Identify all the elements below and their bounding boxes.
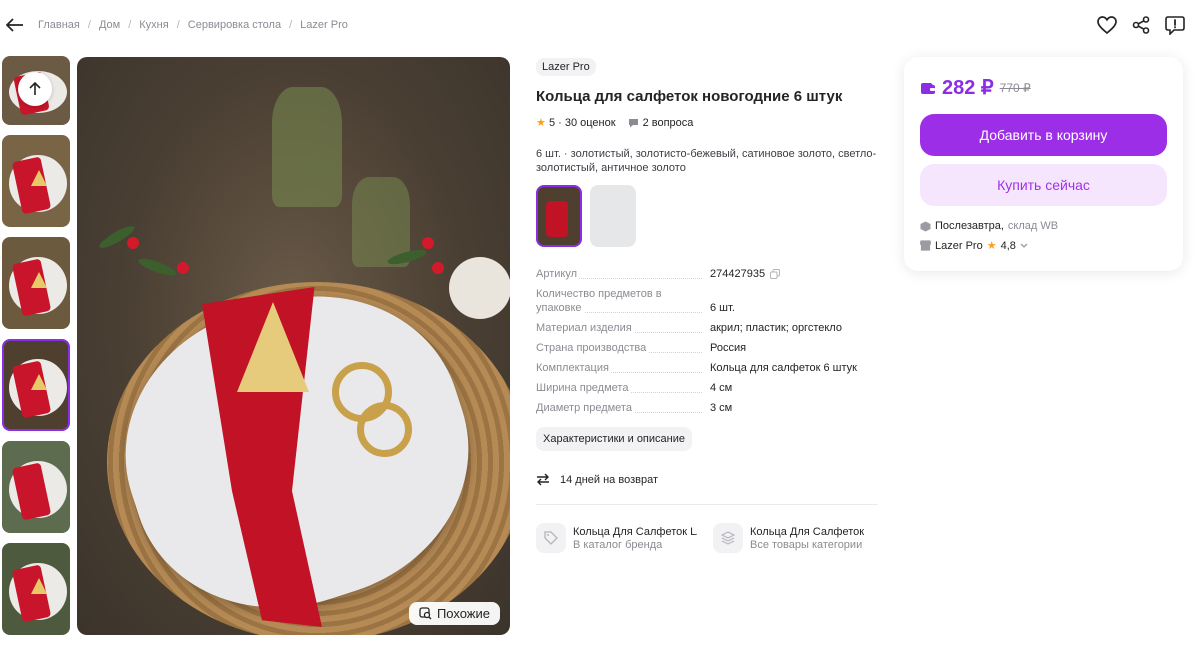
- breadcrumb-dom[interactable]: Дом: [99, 19, 120, 31]
- variant-2[interactable]: [590, 185, 636, 247]
- add-to-cart-button[interactable]: Добавить в корзину: [920, 114, 1167, 156]
- similar-icon: [419, 607, 432, 620]
- spec-value: Россия: [710, 342, 747, 354]
- shop-icon: [920, 240, 931, 251]
- spec-value: акрил; пластик; оргстекло: [710, 322, 842, 334]
- product-info: Lazer Pro Кольца для салфеток новогодние…: [536, 57, 881, 553]
- delivery-warehouse: склад WB: [1007, 220, 1059, 232]
- product-title: Кольца для салфеток новогодние 6 штук: [536, 88, 843, 105]
- returns-info: 14 дней на возврат: [536, 473, 881, 486]
- thumbnail-5[interactable]: [2, 441, 70, 533]
- spec-value: 6 шт.: [710, 302, 735, 314]
- report-icon[interactable]: [1164, 14, 1186, 36]
- buy-card: 282 ₽ 770 ₽ Добавить в корзину Купить се…: [904, 57, 1183, 271]
- box-icon: [920, 221, 931, 231]
- breadcrumb: Главная / Дом / Кухня / Сервировка стола / L…: [38, 19, 348, 31]
- spec-key: Артикул: [536, 268, 580, 280]
- thumbnail-6[interactable]: [2, 543, 70, 635]
- brand-catalog-title: Кольца Для Салфеток LA: [573, 525, 697, 538]
- spec-row: Количество предметов в упаковке 6 шт.: [536, 287, 881, 315]
- similar-label: Похожие: [436, 606, 490, 621]
- category-title: Кольца Для Салфеток: [750, 525, 865, 538]
- divider: [536, 504, 878, 505]
- seller-name: Lazer Pro: [935, 239, 983, 252]
- breadcrumb-brand[interactable]: Lazer Pro: [300, 19, 348, 31]
- rating-row: ★ 5 · 30 оценок 2 вопроса: [536, 116, 881, 130]
- spec-key: Материал изделия: [536, 322, 634, 334]
- heart-icon[interactable]: [1096, 14, 1118, 36]
- thumbnail-4[interactable]: [2, 339, 70, 431]
- thumbnail-2[interactable]: [2, 135, 70, 227]
- spec-key: Страна производства: [536, 342, 649, 354]
- chevron-down-icon: [1020, 243, 1028, 248]
- brand-chip[interactable]: Lazer Pro: [536, 58, 596, 76]
- delivery-info: Послезавтра, склад WB: [920, 220, 1167, 232]
- brand-catalog-link[interactable]: Кольца Для Салфеток LA В каталог бренда: [536, 523, 701, 553]
- breadcrumb-kitchen[interactable]: Кухня: [139, 19, 168, 31]
- tag-icon: [536, 523, 566, 553]
- description-button[interactable]: Характеристики и описание: [536, 427, 692, 451]
- share-icon[interactable]: [1130, 14, 1152, 36]
- rating-value: 5: [548, 117, 556, 129]
- current-price: 282 ₽: [942, 77, 994, 99]
- spec-key: Диаметр предмета: [536, 402, 634, 414]
- brand-catalog-sub: В каталог бренда: [573, 538, 663, 551]
- chat-icon: [628, 118, 638, 127]
- price-row: 282 ₽ 770 ₽: [920, 75, 1167, 100]
- spec-value: 274427935: [710, 268, 766, 280]
- category-sub: Все товары категории: [750, 538, 863, 551]
- back-arrow-icon[interactable]: [4, 14, 26, 36]
- spec-value: 4 см: [710, 382, 733, 394]
- color-options-text: 6 шт. · золотистый, золотисто-бежевый, с…: [536, 148, 877, 174]
- spec-key: Ширина предмета: [536, 382, 631, 394]
- spec-row: Страна производства Россия: [536, 341, 881, 355]
- layers-icon: [713, 523, 743, 553]
- questions-count: 2 вопроса: [642, 116, 694, 129]
- similar-button[interactable]: Похожие: [408, 602, 500, 625]
- category-link[interactable]: Кольца Для Салфеток Все товары категории: [713, 523, 878, 553]
- spec-key: Комплектация: [536, 362, 611, 374]
- seller-info[interactable]: Lazer Pro ★ 4,8: [920, 239, 1167, 252]
- spec-value: Кольца для салфеток 6 штук: [710, 362, 857, 374]
- spec-value: 3 см: [710, 402, 733, 414]
- returns-text: 14 дней на возврат: [560, 473, 658, 486]
- spec-key: Количество предметов в упаковке: [536, 288, 662, 314]
- spec-row: Ширина предмета 4 см: [536, 381, 881, 395]
- thumbnail-3[interactable]: [2, 237, 70, 329]
- spec-row: Диаметр предмета 3 см: [536, 401, 881, 415]
- star-icon: ★: [986, 240, 997, 252]
- reviews-count: 30 оценок: [564, 117, 616, 129]
- spec-row: Комплектация Кольца для салфеток 6 штук: [536, 361, 881, 375]
- main-product-image[interactable]: Похожие: [77, 57, 510, 635]
- buy-now-button[interactable]: Купить сейчас: [920, 164, 1167, 206]
- rating-link[interactable]: ★ 5 · 30 оценок: [536, 116, 616, 129]
- star-icon: ★: [536, 117, 546, 129]
- variant-selector: [536, 185, 881, 247]
- thumbnail-1[interactable]: [2, 56, 70, 125]
- old-price: 770 ₽: [999, 80, 1031, 95]
- specs-table: Артикул 274427935 Количество предметов в…: [536, 267, 881, 415]
- scroll-up-icon[interactable]: [18, 72, 52, 106]
- questions-link[interactable]: 2 вопроса: [628, 116, 694, 129]
- spec-row: Артикул 274427935: [536, 267, 881, 281]
- wallet-icon: [921, 82, 935, 94]
- variant-1[interactable]: [536, 185, 582, 247]
- thumbnail-list: [2, 56, 71, 645]
- return-arrows-icon: [537, 473, 549, 486]
- seller-rating: 4,8: [1000, 239, 1016, 252]
- delivery-date: Послезавтра,: [935, 220, 1004, 232]
- breadcrumb-home[interactable]: Главная: [38, 19, 80, 31]
- breadcrumb-table-setting[interactable]: Сервировка стола: [188, 19, 281, 31]
- copy-icon[interactable]: [770, 269, 781, 279]
- spec-row: Материал изделия акрил; пластик; оргстек…: [536, 321, 881, 335]
- catalog-links: Кольца Для Салфеток LA В каталог бренда …: [536, 523, 881, 553]
